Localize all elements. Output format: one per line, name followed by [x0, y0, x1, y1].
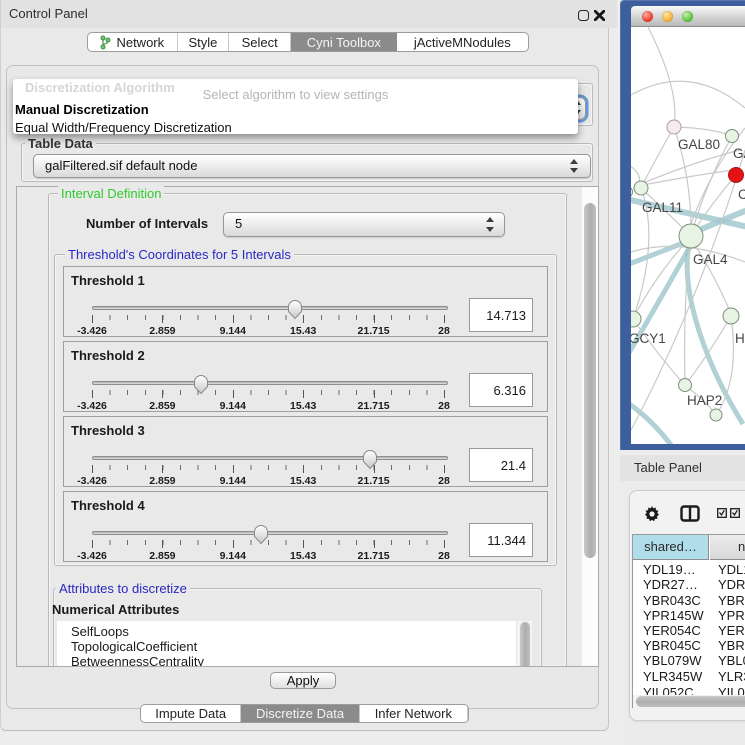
svg-text:HIS4: HIS4 — [735, 331, 745, 346]
svg-text:CY: CY — [738, 187, 745, 202]
svg-text:GAL11: GAL11 — [642, 200, 683, 215]
svg-text:GAL4: GAL4 — [693, 252, 728, 267]
svg-text:HAP2: HAP2 — [687, 393, 722, 408]
svg-text:GAL80: GAL80 — [678, 137, 720, 152]
svg-text:GAL7: GAL7 — [733, 146, 745, 161]
svg-text:GCY1: GCY1 — [631, 331, 666, 346]
